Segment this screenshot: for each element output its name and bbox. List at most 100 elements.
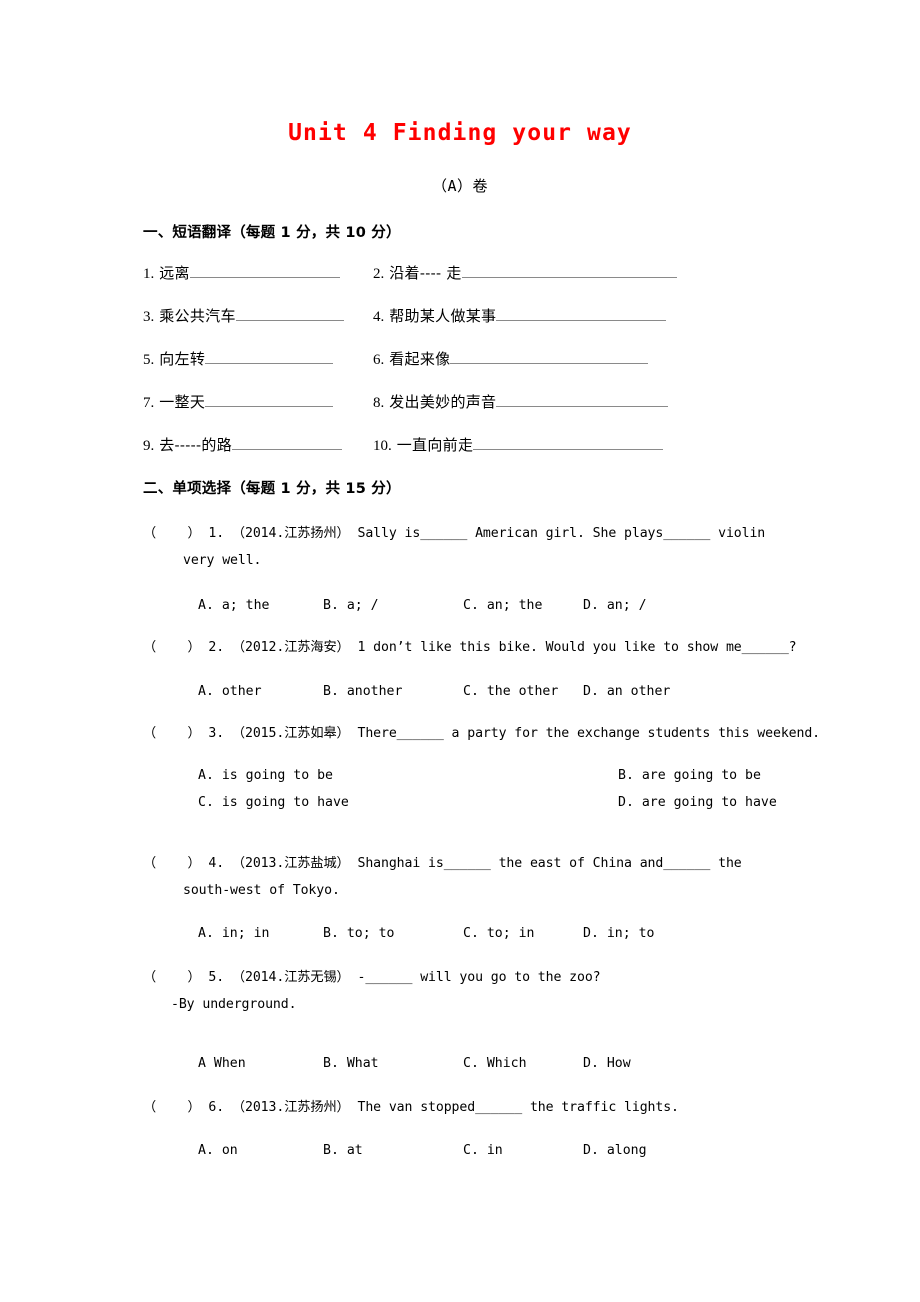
option-row: C. is going to have D. are going to have — [198, 789, 843, 816]
option-choice[interactable]: B. to; to — [323, 920, 463, 947]
question-number: 4. — [200, 856, 232, 871]
option-row: A When B. What C. Which D. How — [198, 1050, 843, 1077]
translation-item-number: 1. — [143, 266, 155, 282]
option-choice[interactable]: D. an other — [583, 678, 670, 705]
option-choice[interactable]: A. a; the — [198, 592, 323, 619]
translation-item: 6. 看起来像 — [373, 348, 649, 369]
question-stem-continued: south-west of Tokyo. — [183, 883, 340, 898]
option-group: A. other B. another C. the other D. an othe… — [143, 678, 843, 705]
translation-item-number: 6. — [373, 352, 385, 368]
translation-row: 3. 乘公共汽车 4. 帮助某人做某事 — [143, 305, 833, 327]
option-group: A. a; the B. a; / C. an; the D. an; / — [143, 592, 843, 619]
answer-blank[interactable] — [473, 436, 664, 450]
option-choice[interactable]: A. on — [198, 1137, 323, 1164]
answer-bracket[interactable]: （ ） — [143, 856, 201, 871]
translation-row: 1. 远离 2. 沿着---- 走 — [143, 262, 833, 284]
question-number: 5. — [200, 970, 232, 985]
option-row: A. in; in B. to; to C. to; in D. in; to — [198, 920, 843, 947]
translation-item-prompt: 发出美妙的声音 — [389, 393, 497, 411]
question-number: 2. — [200, 640, 232, 655]
option-choice[interactable]: C. to; in — [463, 920, 583, 947]
translation-item-number: 7. — [143, 395, 155, 411]
option-choice[interactable]: D. along — [583, 1137, 647, 1164]
option-choice[interactable]: A. other — [198, 678, 323, 705]
translation-row: 5. 向左转 6. 看起来像 — [143, 348, 833, 370]
translation-item: 2. 沿着---- 走 — [373, 262, 677, 283]
translation-item: 5. 向左转 — [143, 348, 334, 369]
option-choice[interactable]: C. an; the — [463, 592, 583, 619]
question-text: Shanghai is______ the east of China and_… — [349, 856, 742, 871]
question-stem: （ ） 4. （2013.江苏盐城） Shanghai is______ the… — [143, 850, 843, 877]
option-choice[interactable]: B. another — [323, 678, 463, 705]
option-choice[interactable]: A. is going to be — [198, 762, 618, 789]
question-source: （2013.江苏盐城） — [231, 856, 350, 871]
translation-item: 4. 帮助某人做某事 — [373, 305, 667, 326]
question-number: 1. — [200, 526, 232, 541]
option-row: A. a; the B. a; / C. an; the D. an; / — [198, 592, 843, 619]
option-group: A. in; in B. to; to C. to; in D. in; to — [143, 920, 843, 947]
answer-bracket[interactable]: （ ） — [143, 526, 201, 541]
question-3: （ ） 3. （2015.江苏如皋） There______ a party f… — [143, 720, 843, 747]
option-choice[interactable]: B. What — [323, 1050, 463, 1077]
option-choice[interactable]: C. in — [463, 1137, 583, 1164]
question-stem: （ ） 5. （2014.江苏无锡） -______ will you go t… — [143, 964, 843, 991]
exam-paper-page: Unit 4 Finding your way （A）卷 一、短语翻译（每题 1… — [0, 0, 920, 1302]
answer-bracket[interactable]: （ ） — [143, 970, 201, 985]
section-heading-translation: 一、短语翻译（每题 1 分，共 10 分） — [143, 225, 401, 241]
option-choice[interactable]: C. is going to have — [198, 789, 618, 816]
option-choice[interactable]: C. the other — [463, 678, 583, 705]
answer-bracket[interactable]: （ ） — [143, 726, 201, 741]
translation-item-prompt: 远离 — [159, 264, 190, 282]
answer-blank[interactable] — [189, 264, 340, 278]
translation-row: 7. 一整天 8. 发出美妙的声音 — [143, 391, 833, 413]
option-choice[interactable]: B. are going to be — [618, 762, 761, 789]
answer-blank[interactable] — [232, 436, 342, 450]
question-text: 1 don’t like this bike. Would you like t… — [349, 640, 797, 655]
answer-blank[interactable] — [496, 307, 667, 321]
option-choice[interactable]: D. in; to — [583, 920, 654, 947]
answer-bracket[interactable]: （ ） — [143, 640, 201, 655]
question-source: （2013.江苏扬州） — [231, 1100, 350, 1115]
paper-version-label: （A）卷 — [431, 177, 489, 195]
translation-item-number: 8. — [373, 395, 385, 411]
option-choice[interactable]: B. at — [323, 1137, 463, 1164]
option-choice[interactable]: D. How — [583, 1050, 631, 1077]
question-number: 6. — [200, 1100, 232, 1115]
option-choice[interactable]: D. an; / — [583, 592, 647, 619]
question-source: （2014.江苏扬州） — [231, 526, 350, 541]
translation-item-prompt: 乘公共汽车 — [159, 307, 236, 325]
answer-blank[interactable] — [235, 307, 344, 321]
question-5: （ ） 5. （2014.江苏无锡） -______ will you go t… — [143, 964, 843, 1018]
question-6: （ ） 6. （2013.江苏扬州） The van stopped______… — [143, 1094, 843, 1121]
option-row: A. other B. another C. the other D. an othe… — [198, 678, 843, 705]
answer-blank[interactable] — [496, 393, 669, 407]
question-4: （ ） 4. （2013.江苏盐城） Shanghai is______ the… — [143, 850, 843, 904]
option-group: A. on B. at C. in D. along — [143, 1137, 843, 1164]
question-1: （ ） 1. （2014.江苏扬州） Sally is______ Americ… — [143, 520, 843, 574]
translation-item: 8. 发出美妙的声音 — [373, 391, 669, 412]
answer-blank[interactable] — [461, 264, 677, 278]
translation-item-prompt: 一直向前走 — [396, 436, 474, 454]
question-text: There______ a party for the exchange stu… — [349, 726, 821, 741]
translation-item-number: 4. — [373, 309, 385, 325]
translation-item: 3. 乘公共汽车 — [143, 305, 344, 326]
answer-bracket[interactable]: （ ） — [143, 1100, 201, 1115]
answer-blank[interactable] — [450, 350, 649, 364]
option-group: A. is going to be B. are going to be C. is… — [143, 762, 843, 816]
answer-blank[interactable] — [205, 393, 334, 407]
translation-item: 1. 远离 — [143, 262, 340, 283]
question-source: （2015.江苏如皋） — [231, 726, 350, 741]
translation-item-prompt: 沿着---- 走 — [389, 264, 462, 282]
question-source: （2014.江苏无锡） — [231, 970, 350, 985]
translation-item-number: 9. — [143, 438, 155, 454]
option-choice[interactable]: D. are going to have — [618, 789, 777, 816]
option-choice[interactable]: C. Which — [463, 1050, 583, 1077]
translation-item-number: 2. — [373, 266, 385, 282]
translation-item-number: 3. — [143, 309, 155, 325]
question-number: 3. — [200, 726, 232, 741]
option-choice[interactable]: B. a; / — [323, 592, 463, 619]
option-choice[interactable]: A When — [198, 1050, 323, 1077]
answer-blank[interactable] — [205, 350, 334, 364]
option-choice[interactable]: A. in; in — [198, 920, 323, 947]
translation-item: 9. 去-----的路 — [143, 434, 342, 455]
